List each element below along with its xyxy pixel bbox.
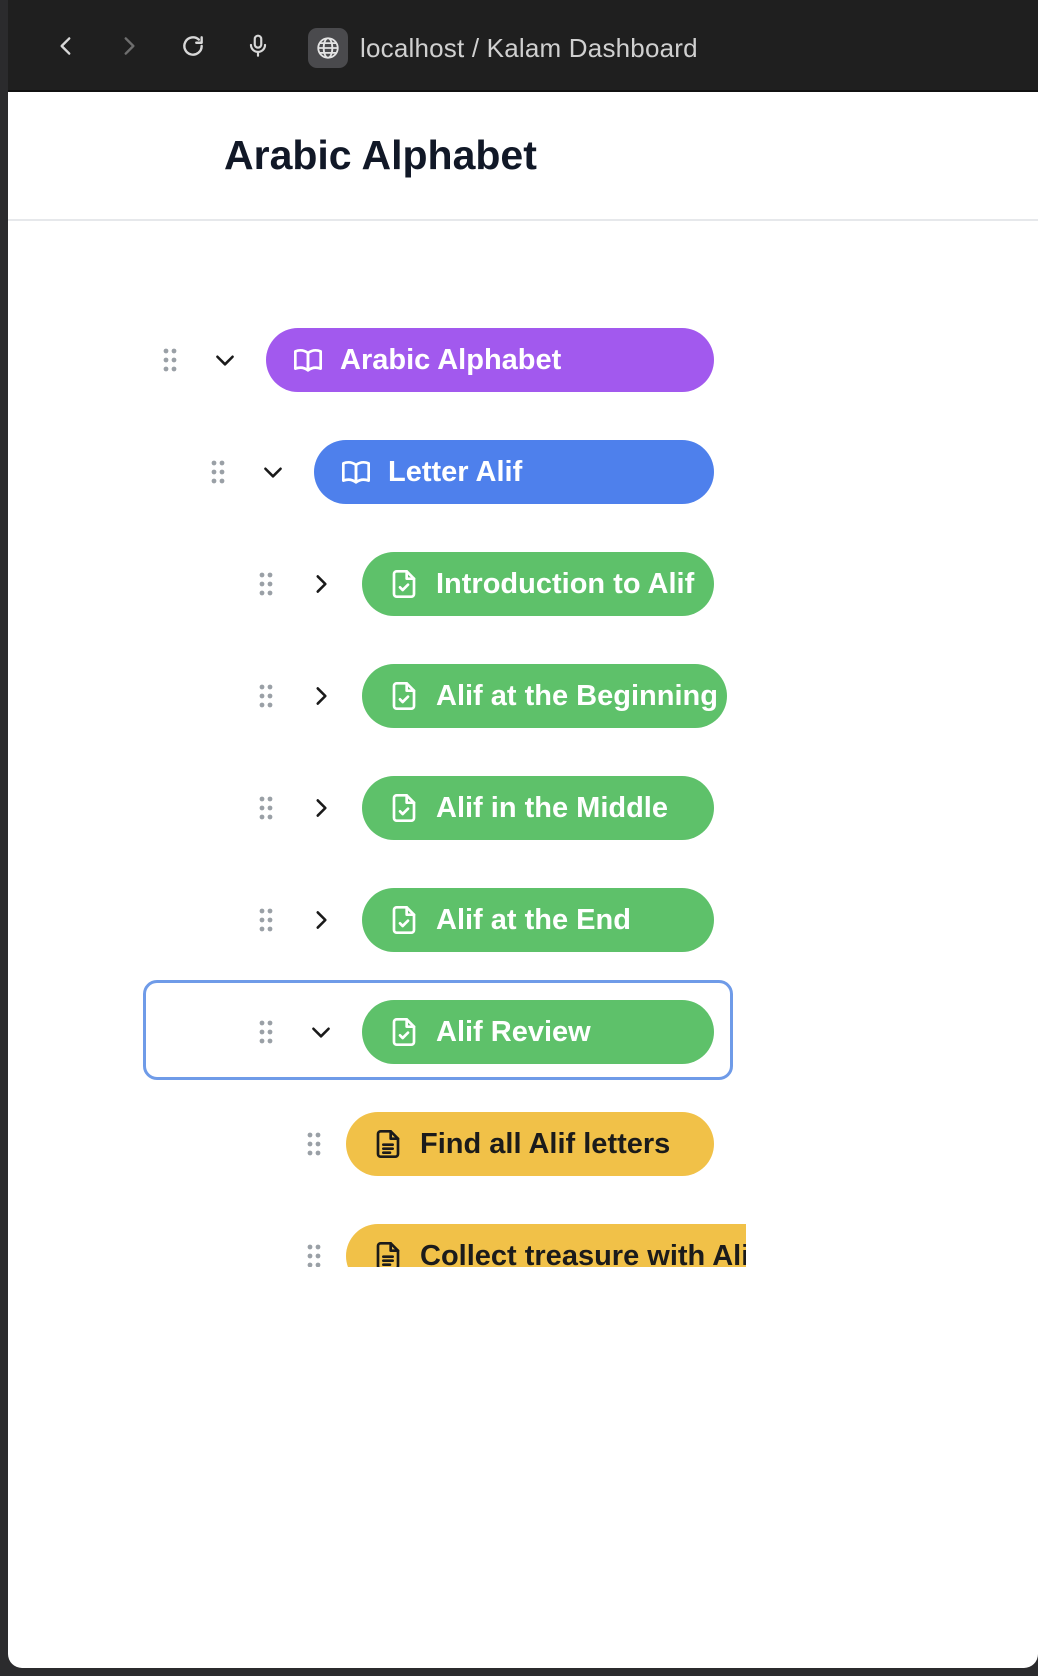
tree-node-label: Alif at the Beginning: [436, 679, 718, 712]
book-icon: [294, 349, 322, 372]
drag-handle-icon[interactable]: [258, 571, 274, 597]
tree-row-activity: Collect treasure with Alif: [8, 1224, 1038, 1267]
drag-handle-icon[interactable]: [306, 1243, 322, 1267]
file-text-icon: [376, 1130, 400, 1158]
browser-window: localhost / Kalam Dashboard Arabic Alpha…: [8, 0, 1038, 1668]
tree-row-lesson: Alif at the Beginning: [8, 664, 1038, 728]
tree-node-lesson[interactable]: Alif at the End: [362, 888, 714, 952]
tree-row-activity: Find all Alif letters: [8, 1112, 1038, 1176]
tree-node-label: Alif Review: [436, 1015, 591, 1048]
drag-handle-icon[interactable]: [258, 907, 274, 933]
chevron-right-icon[interactable]: [308, 683, 334, 709]
tree-node-activity[interactable]: Find all Alif letters: [346, 1112, 714, 1176]
drag-handle-icon[interactable]: [258, 683, 274, 709]
file-check-icon: [392, 570, 416, 598]
tree-node-course[interactable]: Arabic Alphabet: [266, 328, 714, 392]
drag-handle-icon[interactable]: [210, 459, 226, 485]
file-check-icon: [392, 906, 416, 934]
tree-row-lesson: Alif at the End: [8, 888, 1038, 952]
drag-handle-icon[interactable]: [162, 347, 178, 373]
chevron-right-icon[interactable]: [308, 571, 334, 597]
chevron-down-icon[interactable]: [308, 1019, 334, 1045]
file-check-icon: [392, 1018, 416, 1046]
tree-node-lesson[interactable]: Alif at the Beginning: [362, 664, 727, 728]
chevron-down-icon[interactable]: [260, 459, 286, 485]
tree-row-unit: Letter Alif: [8, 440, 1038, 504]
file-text-icon: [376, 1242, 400, 1267]
tree-node-label: Introduction to Alif: [436, 567, 695, 600]
tree-node-unit[interactable]: Letter Alif: [314, 440, 714, 504]
chevron-right-icon[interactable]: [308, 795, 334, 821]
tree-node-label: Alif at the End: [436, 903, 631, 936]
tree-node-label: Find all Alif letters: [420, 1127, 671, 1160]
drag-handle-icon[interactable]: [258, 1019, 274, 1045]
tree-node-activity[interactable]: Collect treasure with Alif: [346, 1224, 746, 1267]
book-icon: [342, 461, 370, 484]
tree-row-lesson: Introduction to Alif: [8, 552, 1038, 616]
tree-row-lesson-selected: Alif Review: [8, 1000, 1038, 1064]
chevron-down-icon[interactable]: [212, 347, 238, 373]
drag-handle-icon[interactable]: [258, 795, 274, 821]
curriculum-tree: Arabic Alphabet Letter Alif Introduction…: [8, 0, 1038, 1267]
tree-node-lesson[interactable]: Alif Review: [362, 1000, 714, 1064]
tree-row-lesson: Alif in the Middle: [8, 776, 1038, 840]
tree-node-lesson[interactable]: Introduction to Alif: [362, 552, 714, 616]
tree-row-course: Arabic Alphabet: [8, 328, 1038, 392]
tree-node-label: Arabic Alphabet: [340, 343, 562, 376]
file-check-icon: [392, 682, 416, 710]
file-check-icon: [392, 794, 416, 822]
tree-node-label: Letter Alif: [388, 455, 523, 488]
tree-node-label: Collect treasure with Alif: [420, 1239, 746, 1268]
chevron-right-icon[interactable]: [308, 907, 334, 933]
tree-node-lesson[interactable]: Alif in the Middle: [362, 776, 714, 840]
drag-handle-icon[interactable]: [306, 1131, 322, 1157]
tree-viewport: Arabic Alphabet Letter Alif Introduction…: [8, 0, 1038, 1267]
tree-node-label: Alif in the Middle: [436, 791, 668, 824]
